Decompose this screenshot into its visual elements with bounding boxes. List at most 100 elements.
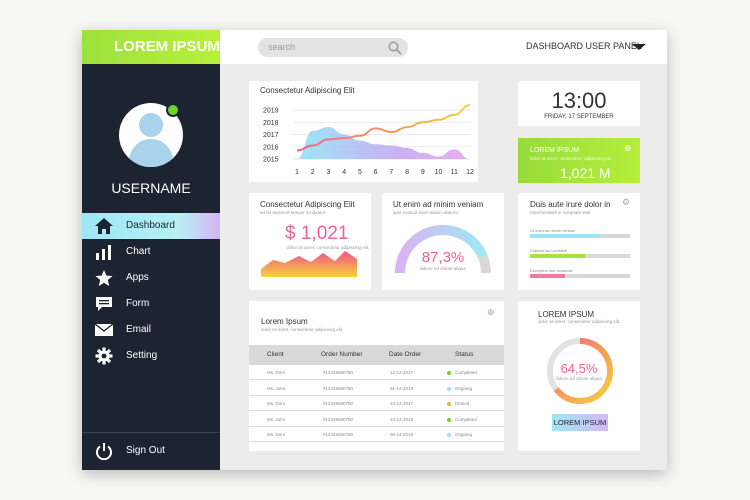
expand-icon[interactable]: ⊕	[624, 143, 632, 154]
status-cell: Ongoing	[455, 432, 473, 437]
order-number-cell: #12345690760	[323, 416, 354, 422]
date-cell: 01-14-2019	[390, 385, 414, 391]
clock-card: 13:00 FRIDAY, 17 SEPTEMBER	[518, 81, 640, 126]
area-series	[297, 127, 470, 159]
table-row[interactable]: Ms. John #12345690760 01-14-2019 Ongoing	[249, 381, 504, 396]
date-cell: 08-14-2019	[390, 432, 414, 437]
column-header[interactable]: Status	[455, 345, 473, 365]
date-cell: 12-14-2017	[390, 370, 414, 375]
order-number-cell: #12345690760	[323, 432, 354, 437]
area-chart: 201520162017201820191 2 3 4 5 6 7 8 9 10 11 12	[263, 104, 474, 176]
y-tick-label: 2019	[263, 108, 279, 115]
status-dot	[447, 371, 451, 375]
sidebar-item-apps[interactable]: Apps	[82, 265, 220, 291]
table-row[interactable]: Ms. Doni #12345690760 12-14-2017 Denied	[249, 396, 504, 411]
gauge-card: Ut enim ad minim veniam quis nostrud exe…	[382, 193, 504, 290]
progress-bar	[530, 254, 630, 258]
sidebar-item-chart[interactable]: Chart	[82, 239, 220, 265]
x-tick-label: 10	[435, 169, 443, 176]
table-row[interactable]: Ms. Doni #12345690760 08-14-2019 Ongoing	[249, 427, 504, 442]
status-cell: Ongoing	[455, 385, 473, 391]
x-tick-label: 6	[374, 169, 378, 176]
stat-card-green: LOREM IPSUM dolor sit amet, consectetur …	[518, 138, 640, 183]
brand-logo[interactable]: LOREM IPSUM	[82, 30, 220, 64]
status-cell: Completed	[455, 370, 477, 375]
clock-date: FRIDAY, 17 SEPTEMBER	[544, 114, 614, 120]
bar-chart-icon	[96, 245, 111, 260]
sidebar-item-label: Email	[126, 324, 152, 335]
table-row[interactable]: Ms. John #12345690760 12-14-2018 Completed	[249, 412, 504, 427]
progress-fill	[530, 274, 565, 278]
search-input[interactable]: search	[258, 38, 408, 57]
sidebar-item-setting[interactable]: Setting	[82, 343, 220, 369]
x-tick-label: 2	[311, 169, 315, 176]
sidebar-item-label: Setting	[126, 350, 158, 361]
table-header: Client Order Number Date Order Status	[249, 345, 504, 365]
panel-title[interactable]: DASHBOARD USER PANEL	[526, 41, 642, 51]
money-stat-card: Consectetur Adipiscing Elit ed do eiusmo…	[249, 193, 371, 290]
sidebar-item-dashboard[interactable]: Dashboard	[82, 213, 220, 239]
sidebar: LOREM IPSUM USERNAME Dashboard Chart App…	[82, 30, 220, 470]
search-icon[interactable]	[388, 41, 402, 55]
sidebar-item-label: Form	[126, 298, 150, 309]
client-cell: Ms. Doni	[267, 401, 285, 406]
client-cell: Ms. John	[267, 416, 286, 422]
card-title: Lorem Ipsum	[261, 317, 308, 326]
sidebar-item-email[interactable]: Email	[82, 317, 220, 343]
x-tick-label: 1	[295, 169, 299, 176]
donut-action-button[interactable]: LOREM IPSUM	[552, 414, 608, 431]
sparkline-area	[261, 251, 357, 277]
gear-icon	[95, 347, 113, 365]
status-dot	[447, 433, 451, 437]
stat-subtitle: dolor sit amet, consectetur adipiscing e…	[530, 156, 613, 161]
column-header[interactable]: Date Order	[389, 345, 421, 365]
progress-label: Ut enim ad minim veniam	[530, 228, 576, 233]
progress-card: Duis aute irure dolor in reprehenderit i…	[518, 193, 640, 290]
column-header[interactable]: Client	[267, 345, 284, 365]
x-tick-label: 11	[451, 169, 458, 176]
sign-out-label: Sign Out	[126, 445, 165, 456]
power-icon	[96, 443, 112, 460]
progress-label: Excepteur sint occaecat	[530, 268, 573, 273]
table-row[interactable]: Ms. Doni #12345690760 12-14-2017 Completed	[249, 365, 504, 380]
x-tick-label: 9	[421, 169, 425, 176]
progress-bar	[530, 234, 630, 238]
x-tick-label: 12	[466, 169, 474, 176]
client-cell: Ms. John	[267, 385, 286, 391]
y-tick-label: 2017	[263, 132, 279, 139]
sidebar-item-label: Chart	[126, 246, 151, 257]
online-status-dot	[166, 103, 180, 117]
order-number-cell: #12345690760	[323, 385, 354, 391]
top-bar: search DASHBOARD USER PANEL	[220, 30, 667, 64]
clock-time: 13:00	[551, 88, 607, 113]
chat-bubble-icon	[96, 297, 112, 311]
x-tick-label: 7	[389, 169, 393, 176]
settings-icon[interactable]: ⚙	[622, 197, 630, 208]
envelope-icon	[94, 323, 114, 336]
y-tick-label: 2018	[263, 120, 279, 127]
donut-card: LOREM IPSUM dolor sit amet, consectetur …	[518, 301, 640, 451]
orders-table-card: Lorem Ipsum dolor sit amet, consectetur …	[249, 301, 504, 451]
sign-out-button[interactable]: Sign Out	[82, 438, 220, 464]
progress-bar	[530, 274, 630, 278]
date-cell: 12-14-2017	[390, 401, 414, 406]
status-cell: Denied	[455, 401, 470, 406]
x-tick-label: 5	[358, 169, 362, 176]
status-dot	[447, 386, 451, 391]
column-header[interactable]: Order Number	[321, 345, 363, 365]
sidebar-item-label: Apps	[126, 272, 149, 283]
date-cell: 12-14-2018	[390, 416, 414, 422]
star-icon	[95, 270, 113, 286]
x-tick-label: 3	[327, 169, 331, 176]
home-icon	[95, 218, 113, 234]
progress-fill	[530, 254, 585, 258]
donut-value: 64,5%	[560, 361, 598, 376]
settings-icon[interactable]: ⊕	[487, 307, 495, 318]
client-cell: Ms. Doni	[267, 432, 285, 437]
gauge-chart	[395, 225, 491, 274]
y-tick-label: 2015	[263, 157, 279, 164]
status-dot	[447, 402, 451, 406]
order-number-cell: #12345690760	[323, 401, 354, 406]
caret-down-icon[interactable]	[632, 44, 646, 50]
sidebar-item-form[interactable]: Form	[82, 291, 220, 317]
